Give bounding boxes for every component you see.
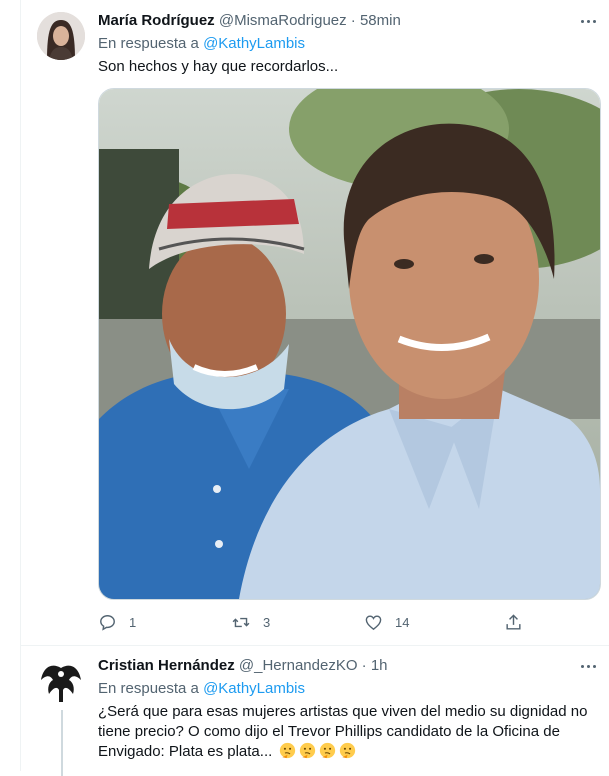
photo-two-men-smiling-selfie-icon [99,89,600,599]
reply-prefix: En respuesta a [98,35,199,52]
reply-to-link[interactable]: @KathyLambis [203,680,305,697]
tweet[interactable]: Cristian Hernández @_HernandezKO · 1h En… [21,646,609,776]
reply-count: 1 [129,614,137,630]
winged-figure-avatar-icon [37,658,85,706]
reply-context: En respuesta a @KathyLambis [98,34,305,54]
more-options-icon[interactable] [579,11,599,31]
retweet-count: 3 [263,614,271,630]
reply-prefix: En respuesta a [98,680,199,697]
tweet[interactable]: María Rodríguez @MismaRodriguez · 58min … [21,0,609,646]
retweet-button[interactable]: 3 [231,612,270,632]
timestamp[interactable]: 58min [360,12,401,29]
thread-line [61,710,63,776]
share-icon [506,613,521,630]
author-handle[interactable]: @MismaRodriguez [219,12,347,29]
like-icon [365,614,382,630]
reply-button[interactable]: 1 [98,612,136,632]
reply-icon [100,614,115,631]
reply-context: En respuesta a @KathyLambis [98,679,305,699]
timestamp[interactable]: 1h [371,657,388,674]
like-count: 14 [395,614,410,630]
tweet-header: María Rodríguez @MismaRodriguez · 58min [98,11,599,31]
tweet-text-container: ¿Será que para esas mujeres artistas que… [98,702,593,762]
more-options-icon[interactable] [579,656,599,676]
author-name[interactable]: Cristian Hernández [98,657,235,674]
share-button[interactable] [504,612,523,632]
tweet-header: Cristian Hernández @_HernandezKO · 1h [98,656,599,676]
tweet-text: Son hechos y hay que recordarlos... [98,58,339,75]
author-name[interactable]: María Rodríguez [98,12,215,29]
thinking-face-icon [300,742,316,759]
separator: · [361,657,367,674]
separator: · [350,12,356,29]
like-button[interactable]: 14 [364,612,409,632]
avatar[interactable] [37,12,85,60]
tweet-actions: 1 3 14 [98,612,538,632]
thinking-face-icon [340,742,356,759]
tweet-photo[interactable] [98,88,601,600]
author-handle[interactable]: @_HernandezKO [239,657,358,674]
retweet-icon [232,617,250,627]
reply-to-link[interactable]: @KathyLambis [203,35,305,52]
avatar[interactable] [37,658,85,706]
thinking-face-icon [280,742,296,759]
woman-portrait-avatar-icon [37,12,85,60]
thinking-face-icon [320,742,336,759]
